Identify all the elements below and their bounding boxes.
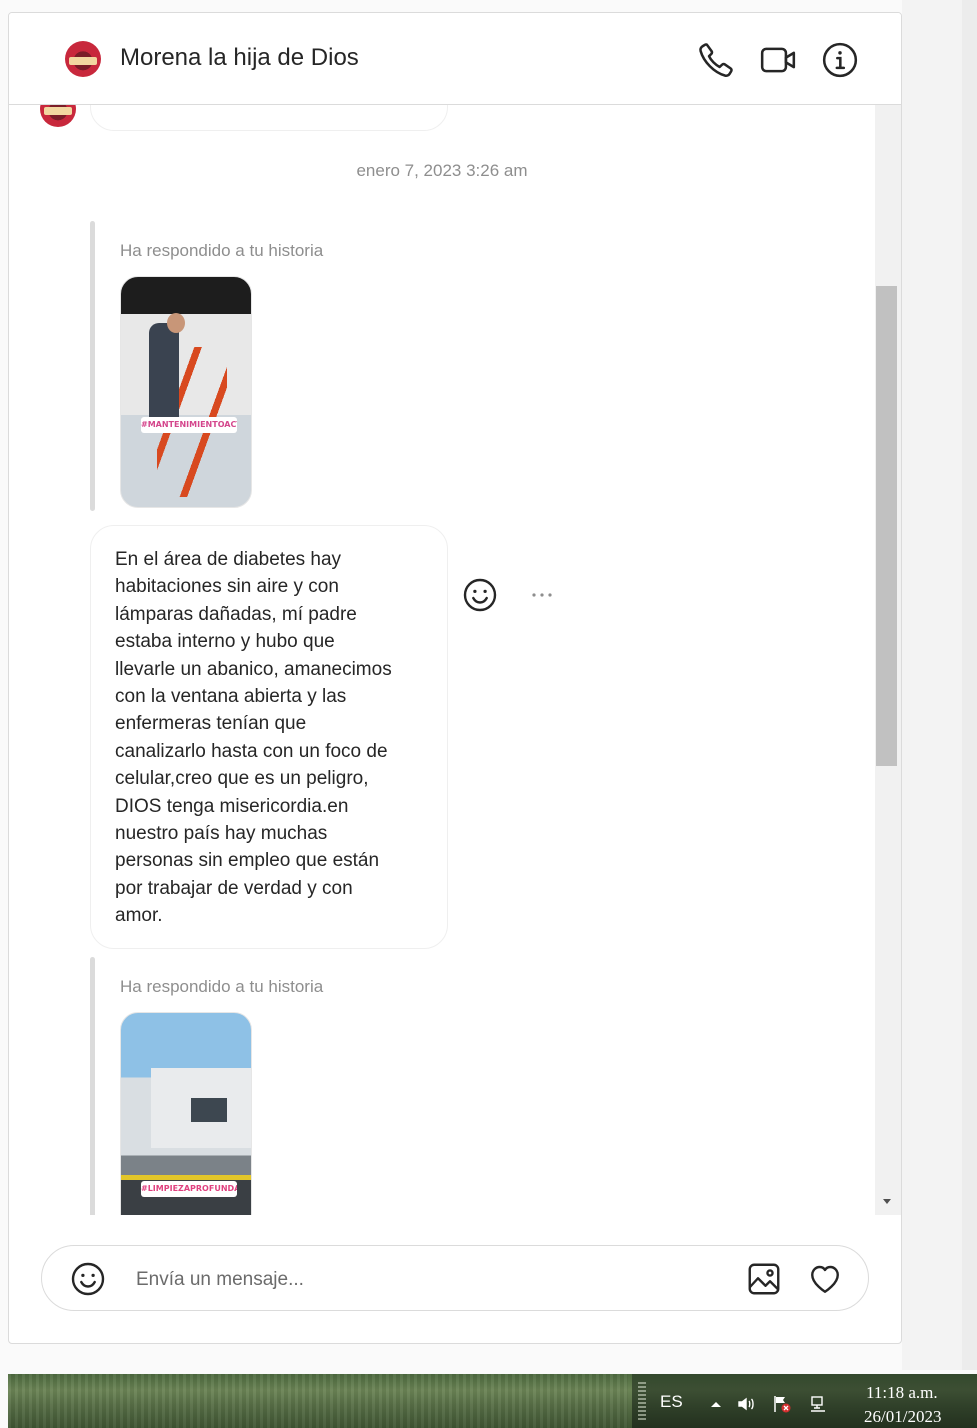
video-camera-icon[interactable] — [759, 41, 797, 79]
action-center-flag-icon[interactable] — [772, 1394, 792, 1414]
page-background-strip — [902, 0, 977, 1370]
message-timestamp: enero 7, 2023 3:26 am — [356, 161, 528, 180]
sender-avatar[interactable] — [40, 105, 76, 127]
story-reply-label: Ha respondido a tu historia — [120, 977, 324, 996]
story-reply-line — [90, 957, 95, 1215]
message-thread[interactable]: enero 7, 2023 3:26 am Ha respondido a tu… — [9, 105, 875, 1215]
windows-taskbar: ES 11:18 a.m. 26/01/2023 — [8, 1374, 977, 1428]
volume-icon[interactable] — [736, 1394, 756, 1414]
story-thumbnail[interactable]: #MANTENIMIENTOACTIVO 💪 — [120, 276, 252, 508]
more-horizontal-icon[interactable] — [527, 585, 557, 605]
message-bubble[interactable]: En el área de diabetes hay habitaciones … — [90, 525, 448, 949]
story-reply-line — [90, 221, 95, 511]
show-hidden-icons-icon[interactable] — [706, 1394, 726, 1414]
story-sticker: #LIMPIEZAPROFUNDA — [141, 1181, 237, 1197]
info-icon[interactable] — [821, 41, 859, 79]
language-indicator[interactable]: ES — [660, 1392, 683, 1412]
story-reply-label: Ha respondido a tu historia — [120, 241, 324, 260]
network-icon[interactable] — [808, 1394, 828, 1414]
phone-icon[interactable] — [697, 41, 735, 79]
thread-scroll-thumb[interactable] — [876, 286, 897, 766]
clock-time[interactable]: 11:18 a.m. — [866, 1383, 938, 1403]
contact-avatar[interactable] — [65, 41, 101, 77]
contact-name[interactable]: Morena la hija de Dios — [120, 44, 359, 72]
tray-grip[interactable] — [638, 1382, 646, 1422]
chat-window: Morena la hija de Dios enero 7, 2023 3:2… — [8, 12, 902, 1344]
story-reply-2: Ha respondido a tu historia #LIMPIEZAPRO… — [90, 957, 390, 1215]
page-scrollbar-track[interactable] — [962, 0, 977, 1370]
story-reply-1: Ha respondido a tu historia #MANTENIMIEN… — [90, 221, 390, 511]
emoji-icon[interactable] — [462, 577, 498, 613]
message-composer — [41, 1245, 869, 1311]
emoji-icon[interactable] — [70, 1261, 106, 1297]
message-input[interactable] — [134, 1264, 698, 1296]
system-tray: ES 11:18 a.m. 26/01/2023 — [632, 1374, 977, 1428]
chat-header: Morena la hija de Dios — [9, 13, 901, 105]
previous-message-bubble[interactable] — [90, 105, 448, 131]
story-sticker: #MANTENIMIENTOACTIVO 💪 — [141, 417, 237, 433]
image-icon[interactable] — [746, 1261, 782, 1297]
scroll-down-arrow-icon[interactable] — [879, 1193, 895, 1209]
heart-icon[interactable] — [806, 1261, 844, 1297]
clock-date[interactable]: 26/01/2023 — [864, 1407, 941, 1427]
story-thumbnail[interactable]: #LIMPIEZAPROFUNDA — [120, 1012, 252, 1215]
